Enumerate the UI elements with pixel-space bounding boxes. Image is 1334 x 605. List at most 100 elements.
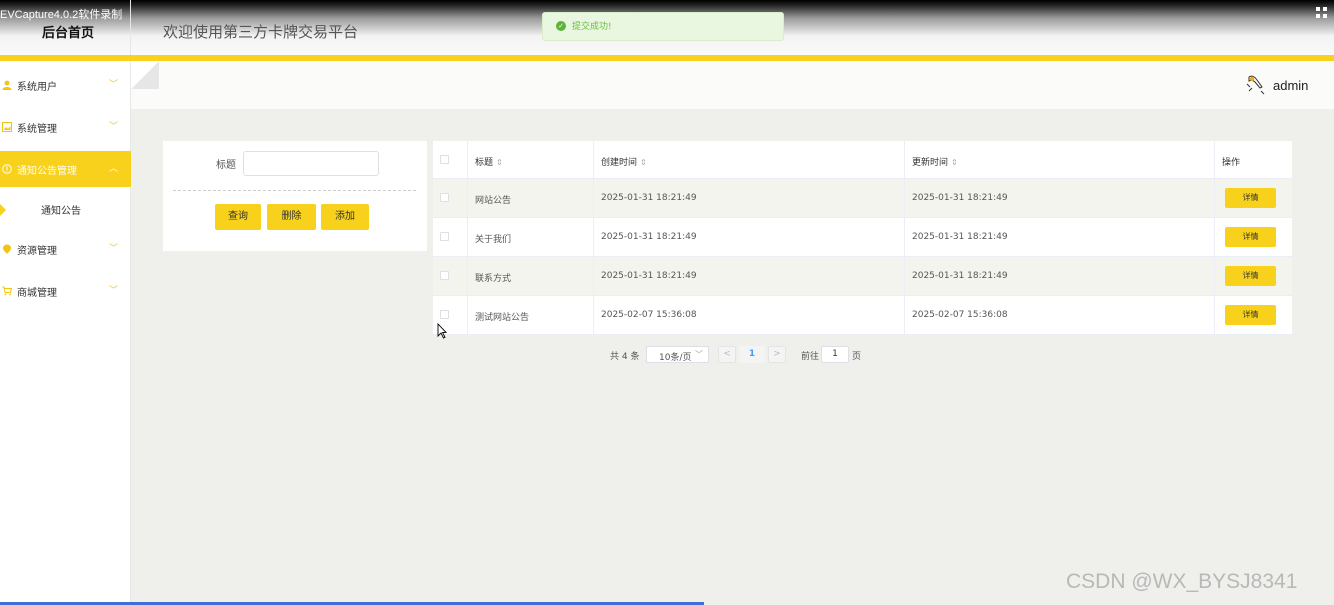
detail-button[interactable]: 详情 bbox=[1225, 227, 1276, 247]
collapse-sidebar-icon[interactable] bbox=[131, 61, 159, 89]
sidebar-item-notice-management[interactable]: 通知公告管理 ︿ bbox=[0, 151, 131, 187]
add-button[interactable]: 添加 bbox=[321, 204, 369, 230]
detail-button[interactable]: 详情 bbox=[1225, 266, 1276, 286]
sidebar: 系统用户 ﹀ 系统管理 ﹀ 通知公告管理 ︿ 通知公告 资源管理 ﹀ 商城管理 … bbox=[0, 61, 131, 605]
mouse-cursor-icon bbox=[437, 323, 447, 339]
next-page-button[interactable]: > bbox=[768, 346, 786, 363]
row-checkbox-cell bbox=[433, 257, 468, 295]
sort-icon[interactable]: ⇕ bbox=[640, 158, 647, 167]
page-size-select[interactable]: 10条/页 ﹀ bbox=[646, 346, 709, 363]
image-icon bbox=[2, 122, 12, 132]
delete-button[interactable]: 删除 bbox=[267, 204, 316, 230]
column-actions-label: 操作 bbox=[1222, 158, 1241, 168]
table-row[interactable]: 测试网站公告 2025-02-07 15:36:08 2025-02-07 15… bbox=[433, 296, 1292, 335]
chevron-down-icon: ﹀ bbox=[695, 350, 703, 359]
title-field-label: 标题 bbox=[216, 160, 236, 171]
sidebar-item-label: 通知公告管理 bbox=[17, 166, 77, 177]
actions-cell: 详情 bbox=[1215, 179, 1292, 217]
row-checkbox[interactable] bbox=[440, 193, 449, 202]
fullscreen-icon[interactable] bbox=[1316, 7, 1328, 19]
user-icon bbox=[2, 80, 12, 90]
sidebar-item-system-management[interactable]: 系统管理 ﹀ bbox=[0, 109, 131, 145]
sidebar-item-label: 系统管理 bbox=[17, 124, 57, 135]
query-button[interactable]: 查询 bbox=[215, 204, 261, 230]
updated-cell: 2025-01-31 18:21:49 bbox=[905, 218, 1215, 256]
top-header: 后台首页 EVCapture4.0.2软件录制 欢迎使用第三方卡牌交易平台 ✓ … bbox=[0, 0, 1334, 55]
updated-cell: 2025-01-31 18:21:49 bbox=[905, 257, 1215, 295]
title-text: 网站公告 bbox=[475, 196, 512, 206]
created-text: 2025-01-31 18:21:49 bbox=[601, 271, 697, 281]
detail-button[interactable]: 详情 bbox=[1225, 305, 1276, 325]
chevron-up-icon: ︿ bbox=[109, 164, 119, 174]
toast-message: 提交成功! bbox=[572, 22, 612, 32]
table-row[interactable]: 联系方式 2025-01-31 18:21:49 2025-01-31 18:2… bbox=[433, 257, 1292, 296]
divider bbox=[173, 190, 416, 191]
created-cell: 2025-01-31 18:21:49 bbox=[594, 218, 905, 256]
table-row[interactable]: 网站公告 2025-01-31 18:21:49 2025-01-31 18:2… bbox=[433, 179, 1292, 218]
chevron-down-icon: ﹀ bbox=[109, 122, 119, 132]
table-header-row: 标题 ⇕ 创建时间 ⇕ 更新时间 ⇕ 操作 bbox=[433, 141, 1292, 179]
column-title-label: 标题 bbox=[475, 158, 494, 168]
header-checkbox-cell bbox=[433, 141, 468, 178]
cart-icon bbox=[2, 286, 12, 296]
goto-label: 前往 bbox=[801, 352, 820, 362]
column-header-title[interactable]: 标题 ⇕ bbox=[468, 141, 594, 178]
search-panel: 标题 查询 删除 添加 bbox=[163, 141, 427, 251]
updated-cell: 2025-01-31 18:21:49 bbox=[905, 179, 1215, 217]
recorder-title: EVCapture4.0.2软件录制 bbox=[0, 9, 123, 21]
created-cell: 2025-01-31 18:21:49 bbox=[594, 179, 905, 217]
title-text: 联系方式 bbox=[475, 274, 512, 284]
tab-bar: admin bbox=[131, 61, 1334, 109]
title-cell: 测试网站公告 bbox=[468, 296, 594, 334]
goto-page-input[interactable]: 1 bbox=[821, 346, 849, 363]
success-toast: ✓ 提交成功! bbox=[542, 12, 784, 41]
row-checkbox[interactable] bbox=[440, 232, 449, 241]
detail-button[interactable]: 详情 bbox=[1225, 188, 1276, 208]
row-checkbox[interactable] bbox=[440, 310, 449, 319]
sidebar-item-shop-management[interactable]: 商城管理 ﹀ bbox=[0, 273, 131, 309]
updated-text: 2025-01-31 18:21:49 bbox=[912, 193, 1008, 203]
prev-page-button[interactable]: < bbox=[718, 346, 736, 363]
created-cell: 2025-01-31 18:21:49 bbox=[594, 257, 905, 295]
active-marker bbox=[0, 204, 6, 216]
watermark: CSDN @WX_BYSJ8341 bbox=[1066, 570, 1298, 593]
check-circle-icon: ✓ bbox=[556, 21, 566, 31]
info-icon bbox=[2, 164, 12, 174]
updated-cell: 2025-02-07 15:36:08 bbox=[905, 296, 1215, 334]
title-text: 关于我们 bbox=[475, 235, 512, 245]
created-cell: 2025-02-07 15:36:08 bbox=[594, 296, 905, 334]
title-cell: 联系方式 bbox=[468, 257, 594, 295]
title-search-input[interactable] bbox=[243, 151, 379, 176]
page-number-1[interactable]: 1 bbox=[739, 346, 765, 363]
row-checkbox-cell bbox=[433, 218, 468, 256]
created-text: 2025-02-07 15:36:08 bbox=[601, 310, 697, 320]
column-header-updated[interactable]: 更新时间 ⇕ bbox=[905, 141, 1215, 178]
chevron-down-icon: ﹀ bbox=[109, 244, 119, 254]
brand-home-link[interactable]: 后台首页 bbox=[42, 22, 94, 41]
username: admin bbox=[1273, 78, 1309, 93]
sort-icon[interactable]: ⇕ bbox=[496, 158, 503, 167]
title-cell: 网站公告 bbox=[468, 179, 594, 217]
updated-text: 2025-02-07 15:36:08 bbox=[912, 310, 1008, 320]
table-row[interactable]: 关于我们 2025-01-31 18:21:49 2025-01-31 18:2… bbox=[433, 218, 1292, 257]
sidebar-subitem-notices[interactable]: 通知公告 bbox=[0, 187, 131, 227]
column-header-actions: 操作 bbox=[1215, 141, 1292, 178]
sort-icon[interactable]: ⇕ bbox=[951, 158, 958, 167]
select-all-checkbox[interactable] bbox=[440, 155, 449, 164]
column-created-label: 创建时间 bbox=[601, 158, 638, 168]
avatar bbox=[1246, 75, 1265, 95]
page-size-value: 10条/页 bbox=[659, 353, 692, 363]
row-checkbox[interactable] bbox=[440, 271, 449, 280]
user-menu[interactable]: admin bbox=[1245, 73, 1319, 95]
sidebar-item-label: 商城管理 bbox=[17, 288, 57, 299]
sidebar-item-system-users[interactable]: 系统用户 ﹀ bbox=[0, 67, 131, 103]
title-text: 测试网站公告 bbox=[475, 313, 530, 323]
updated-text: 2025-01-31 18:21:49 bbox=[912, 271, 1008, 281]
sidebar-subitem-label: 通知公告 bbox=[41, 206, 81, 217]
sidebar-item-resource-management[interactable]: 资源管理 ﹀ bbox=[0, 231, 131, 267]
pin-icon bbox=[3, 244, 11, 254]
page-unit-label: 页 bbox=[852, 352, 862, 362]
chevron-down-icon: ﹀ bbox=[109, 286, 119, 296]
notice-table: 标题 ⇕ 创建时间 ⇕ 更新时间 ⇕ 操作 网站公告 2025-01-31 18:21… bbox=[433, 141, 1292, 335]
column-header-created[interactable]: 创建时间 ⇕ bbox=[594, 141, 905, 178]
